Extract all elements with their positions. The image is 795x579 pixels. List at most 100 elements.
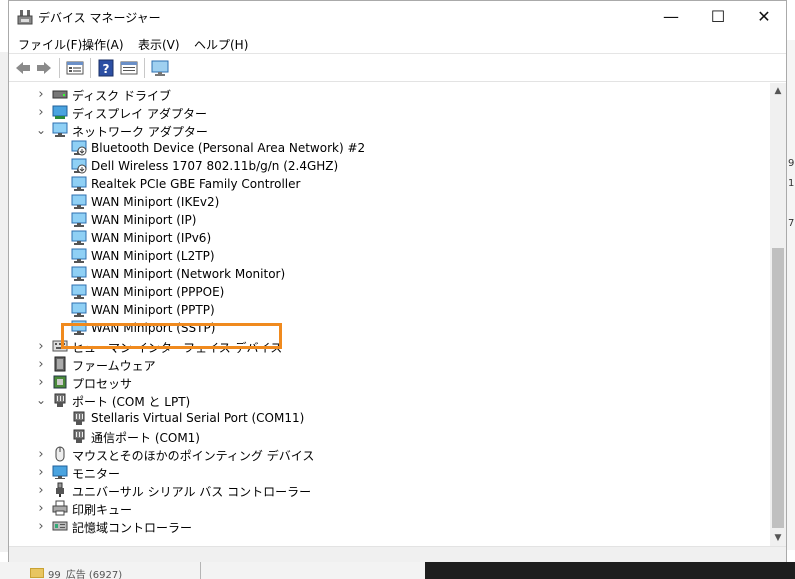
usb-icon	[56, 482, 64, 497]
device-item[interactable]: WAN Miniport (L2TP)	[9, 247, 769, 265]
tree-item-label: ディスプレイ アダプター	[72, 107, 207, 121]
minimize-button[interactable]: —	[648, 1, 694, 32]
display-adapter-icon	[52, 105, 68, 119]
maximize-button[interactable]: ☐	[695, 1, 741, 32]
device-item[interactable]: WAN Miniport (PPPOE)	[9, 283, 769, 301]
folder-icon	[30, 568, 44, 578]
properties-icon[interactable]	[65, 59, 85, 77]
expand-chevron-icon[interactable]: ›	[36, 355, 46, 373]
network-device-icon	[71, 212, 87, 227]
collapse-chevron-icon[interactable]: ⌄	[36, 121, 46, 139]
status-bar	[9, 546, 786, 562]
toolbar-separator	[144, 58, 145, 78]
port-device-icon	[73, 429, 85, 443]
expand-chevron-icon[interactable]: ›	[36, 517, 46, 535]
device-item[interactable]: Bluetooth Device (Personal Area Network)…	[9, 139, 769, 157]
highlight-box	[61, 323, 282, 349]
network-device-icon	[71, 266, 87, 281]
device-category[interactable]: › 記憶域コントローラー	[9, 517, 769, 536]
device-category[interactable]: › モニター	[9, 463, 769, 482]
toolbar: ?	[9, 54, 786, 82]
tree-item-label: 記憶域コントローラー	[72, 521, 193, 535]
tree-item-label: Dell Wireless 1707 802.11b/g/n (2.4GHZ)	[91, 159, 339, 173]
expand-chevron-icon[interactable]: ›	[36, 337, 46, 355]
expand-chevron-icon[interactable]: ›	[36, 85, 46, 103]
monitor-scan-icon[interactable]	[150, 59, 170, 77]
background-text: 99_広告 (6927)	[48, 570, 123, 579]
scroll-up-arrow-icon[interactable]: ▲	[770, 83, 786, 99]
storage-controller-icon	[52, 521, 68, 531]
network-device-icon	[71, 176, 87, 191]
device-tree: › ディスク ドライブ › ディスプレイ アダプター ⌄ ネットワーク アダプター Blue…	[9, 83, 769, 546]
close-button[interactable]: ✕	[741, 1, 787, 32]
scrollbar-thumb[interactable]	[772, 248, 784, 528]
expand-chevron-icon[interactable]: ›	[36, 103, 46, 121]
tree-item-label: WAN Miniport (IKEv2)	[91, 195, 220, 209]
network-device-disabled-icon	[71, 140, 87, 156]
expand-chevron-icon[interactable]: ›	[36, 499, 46, 517]
tree-item-label: WAN Miniport (PPTP)	[91, 303, 215, 317]
device-manager-window: デバイス マネージャー — ☐ ✕ ファイル(F) 操作(A) 表示(V) ヘル…	[8, 0, 787, 562]
device-category[interactable]: › ディスプレイ アダプター	[9, 103, 769, 122]
menu-file[interactable]: ファイル(F)	[18, 36, 82, 53]
svg-text:?: ?	[103, 62, 110, 76]
tree-item-label: マウスとそのほかのポインティング デバイス	[72, 449, 315, 463]
network-device-icon	[71, 302, 87, 317]
device-item[interactable]: 通信ポート (COM1)	[9, 427, 769, 445]
expand-chevron-icon[interactable]: ›	[36, 463, 46, 481]
device-item[interactable]: WAN Miniport (PPTP)	[9, 301, 769, 319]
background-window-right-edge: 9 1 7	[787, 40, 795, 550]
device-category[interactable]: › 印刷キュー	[9, 499, 769, 517]
port-icon	[54, 393, 66, 407]
view-icon[interactable]	[119, 59, 139, 77]
device-category[interactable]: › ディスク ドライブ	[9, 85, 769, 104]
menu-help[interactable]: ヘルプ(H)	[194, 36, 248, 53]
divider	[200, 562, 201, 579]
device-category[interactable]: ⌄ ネットワーク アダプター	[9, 121, 769, 139]
tree-item-label: 印刷キュー	[72, 503, 133, 517]
forward-arrow-icon[interactable]	[34, 59, 54, 77]
vertical-scrollbar[interactable]: ▲ ▼	[770, 83, 786, 546]
device-item[interactable]: Dell Wireless 1707 802.11b/g/n (2.4GHZ)	[9, 157, 769, 175]
tree-item-label: WAN Miniport (L2TP)	[91, 249, 215, 263]
network-device-icon	[71, 230, 87, 245]
device-category[interactable]: ⌄ ポート (COM と LPT)	[9, 391, 769, 409]
tree-item-label: WAN Miniport (Network Monitor)	[91, 267, 286, 281]
device-manager-icon	[17, 10, 33, 25]
back-arrow-icon[interactable]	[13, 59, 33, 77]
firmware-icon	[54, 356, 66, 372]
mouse-icon	[55, 446, 65, 462]
port-device-icon	[73, 411, 85, 425]
device-item[interactable]: WAN Miniport (IPv6)	[9, 229, 769, 247]
device-item[interactable]: Realtek PCIe GBE Family Controller	[9, 175, 769, 193]
printer-icon	[52, 500, 68, 516]
collapse-chevron-icon[interactable]: ⌄	[36, 391, 46, 409]
device-item[interactable]: WAN Miniport (Network Monitor)	[9, 265, 769, 283]
expand-chevron-icon[interactable]: ›	[36, 481, 46, 499]
tree-item-label: WAN Miniport (IPv6)	[91, 231, 212, 245]
tree-item-label: ユニバーサル シリアル バス コントローラー	[72, 485, 312, 499]
device-item[interactable]: WAN Miniport (IKEv2)	[9, 193, 769, 211]
device-category[interactable]: › マウスとそのほかのポインティング デバイス	[9, 445, 769, 463]
expand-chevron-icon[interactable]: ›	[36, 373, 46, 391]
help-icon[interactable]: ?	[96, 59, 116, 77]
device-item[interactable]: Stellaris Virtual Serial Port (COM11)	[9, 409, 769, 427]
monitor-icon	[52, 465, 68, 479]
title-bar[interactable]: デバイス マネージャー — ☐ ✕	[9, 1, 786, 32]
tree-item-label: プロセッサ	[72, 377, 133, 391]
tree-item-label: Stellaris Virtual Serial Port (COM11)	[91, 411, 305, 425]
menu-view[interactable]: 表示(V)	[138, 36, 180, 53]
device-category[interactable]: › ユニバーサル シリアル バス コントローラー	[9, 481, 769, 499]
menu-action[interactable]: 操作(A)	[82, 36, 124, 53]
network-device-disabled-icon	[71, 158, 87, 174]
expand-chevron-icon[interactable]: ›	[36, 445, 46, 463]
device-category[interactable]: › プロセッサ	[9, 373, 769, 392]
network-device-icon	[71, 248, 87, 263]
network-device-icon	[71, 284, 87, 299]
scroll-down-arrow-icon[interactable]: ▼	[770, 530, 786, 546]
device-category[interactable]: › ファームウェア	[9, 355, 769, 373]
tree-item-label: Realtek PCIe GBE Family Controller	[91, 177, 301, 191]
background-window-bottom: 99_広告 (6927)	[0, 562, 795, 579]
tree-item-label: ファームウェア	[72, 359, 156, 373]
device-item[interactable]: WAN Miniport (IP)	[9, 211, 769, 229]
